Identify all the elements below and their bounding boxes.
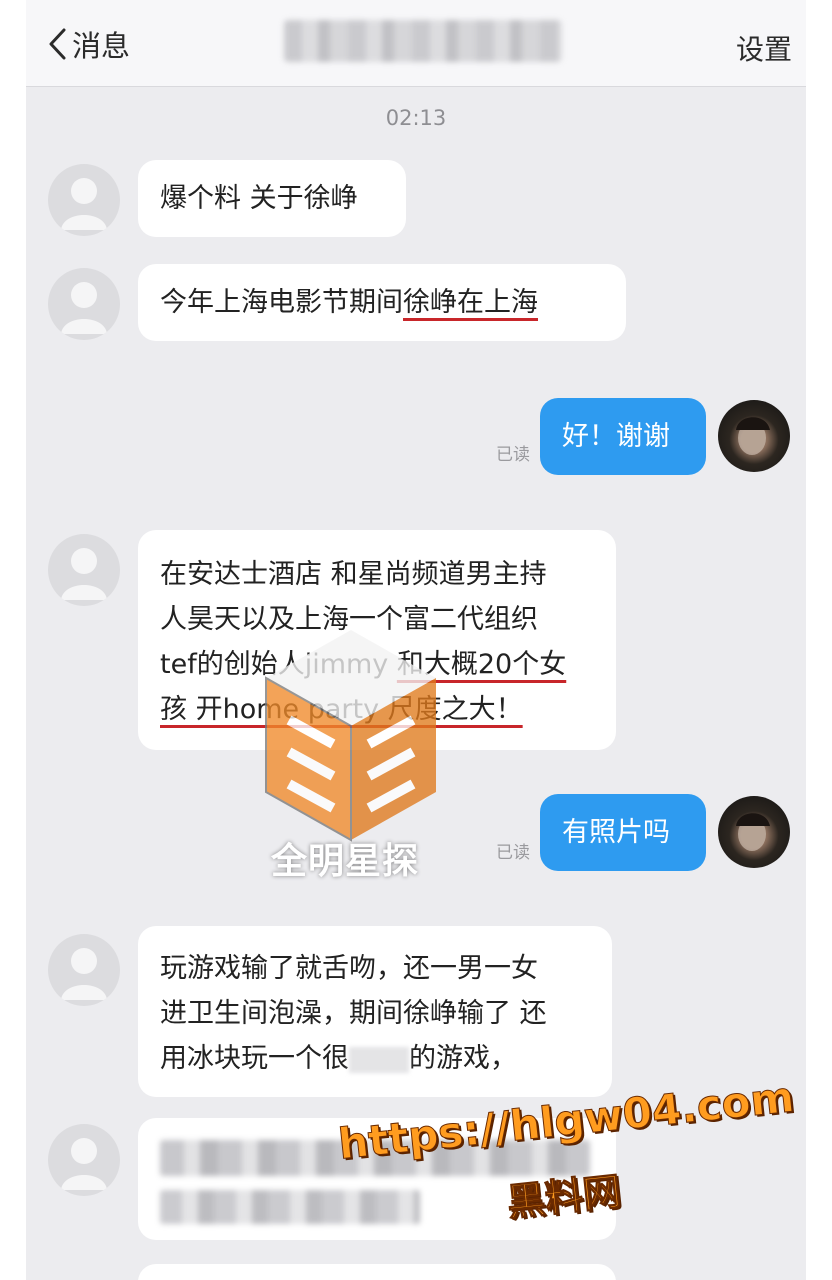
- contact-avatar[interactable]: [48, 268, 120, 340]
- user-photo-icon: [736, 417, 770, 455]
- user-avatar[interactable]: [718, 796, 790, 868]
- redacted-word: [349, 1046, 409, 1073]
- default-user-icon: [61, 282, 107, 334]
- back-label: 消息: [72, 29, 131, 63]
- user-avatar[interactable]: [718, 400, 790, 472]
- message-line: 在安达士酒店 和星尚频道男主持: [160, 559, 547, 590]
- message-text: 爆个料 关于徐峥: [160, 183, 358, 214]
- read-receipt: 已读: [496, 445, 530, 465]
- redacted-line: [160, 1190, 420, 1224]
- default-user-icon: [61, 548, 107, 600]
- message-bubble[interactable]: 今年上海电影节期间徐峥在上海: [138, 264, 626, 341]
- message-bubble-partial: [138, 1264, 616, 1280]
- back-button[interactable]: 消息: [46, 24, 130, 64]
- timestamp: 02:13: [385, 106, 447, 130]
- message-text: 有照片吗: [562, 817, 670, 848]
- default-user-icon: [61, 948, 107, 1000]
- default-user-icon: [61, 178, 107, 230]
- message-text-segment: 今年上海电影节期间: [160, 287, 403, 318]
- message-text-segment: 的游戏，: [409, 1043, 517, 1074]
- watermark-text: 全明星探: [271, 841, 420, 882]
- message-bubble[interactable]: 爆个料 关于徐峥: [138, 160, 406, 237]
- navigation-bar: 消息 设置: [26, 0, 806, 87]
- message-line: 进卫生间泡澡，期间徐峥输了 还: [160, 998, 547, 1029]
- read-receipt: 已读: [496, 843, 530, 863]
- message-bubble[interactable]: 玩游戏输了就舌吻，还一男一女 进卫生间泡澡，期间徐峥输了 还 用冰块玩一个很 的游…: [138, 926, 612, 1097]
- message-line: 玩游戏输了就舌吻，还一男一女: [160, 953, 538, 984]
- message-text: 今年上海电影节期间徐峥在上海: [160, 280, 604, 325]
- message-text-segment: 用冰块玩一个很: [160, 1043, 349, 1074]
- message-bubble-outgoing[interactable]: 好！谢谢: [540, 398, 706, 475]
- contact-avatar[interactable]: [48, 164, 120, 236]
- underlined-text: 徐峥在上海: [403, 287, 538, 318]
- contact-avatar[interactable]: [48, 934, 120, 1006]
- chevron-left-icon: [49, 28, 66, 60]
- message-line: 用冰块玩一个很 的游戏，: [160, 1036, 590, 1081]
- contact-avatar[interactable]: [48, 1124, 120, 1196]
- settings-button[interactable]: 设置: [736, 28, 792, 68]
- user-photo-icon: [736, 813, 770, 851]
- message-text: 好！谢谢: [562, 421, 670, 452]
- default-user-icon: [61, 1138, 107, 1190]
- contact-avatar[interactable]: [48, 534, 120, 606]
- chat-title-redacted: [284, 20, 562, 62]
- message-bubble-outgoing[interactable]: 有照片吗: [540, 794, 706, 871]
